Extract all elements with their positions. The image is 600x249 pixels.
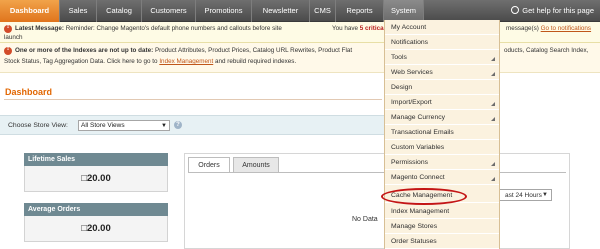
menu-item-magento-connect[interactable]: Magento Connect xyxy=(385,170,499,185)
menu-item-design[interactable]: Design xyxy=(385,80,499,95)
other-messages-text: message(s) xyxy=(506,25,539,32)
menu-item-import-export[interactable]: Import/Export xyxy=(385,95,499,110)
lifetime-sales-header: Lifetime Sales xyxy=(24,153,168,166)
index-warning-label: One or more of the Indexes are not up to… xyxy=(15,47,154,54)
menu-item-index-management[interactable]: Index Management xyxy=(385,204,499,219)
index-management-link[interactable]: Index Management xyxy=(159,58,213,65)
nav-cms[interactable]: CMS xyxy=(310,0,336,22)
system-menu: My Account Notifications Tools Web Servi… xyxy=(384,20,500,249)
critical-prefix: You have xyxy=(332,25,359,32)
menu-item-notifications[interactable]: Notifications xyxy=(385,35,499,50)
menu-item-web-services[interactable]: Web Services xyxy=(385,65,499,80)
nav-promotions[interactable]: Promotions xyxy=(196,0,252,22)
index-warning-bar: One or more of the Indexes are not up to… xyxy=(0,43,600,73)
nav-newsletter[interactable]: Newsletter xyxy=(252,0,310,22)
nav-reports[interactable]: Reports xyxy=(336,0,384,22)
index-warning-text: Product Attributes, Product Prices, Cata… xyxy=(154,47,353,54)
go-to-notifications-link[interactable]: Go to notifications xyxy=(541,25,591,32)
menu-item-tools[interactable]: Tools xyxy=(385,50,499,65)
page-title: Dashboard xyxy=(5,87,53,97)
menu-item-order-statuses[interactable]: Order Statuses xyxy=(385,234,499,249)
latest-message-bar: Latest Message: Reminder: Change Magento… xyxy=(0,22,600,43)
help-icon[interactable]: ? xyxy=(174,121,182,129)
notifications-summary: message(s) Go to notifications xyxy=(506,25,591,32)
menu-item-manage-stores[interactable]: Manage Stores xyxy=(385,219,499,234)
store-view-select[interactable]: All Store Views ▼ xyxy=(78,120,170,131)
store-view-value: All Store Views xyxy=(81,122,125,129)
help-icon xyxy=(511,6,520,14)
store-switcher-bar: Choose Store View: All Store Views ▼ ? xyxy=(0,115,386,135)
tab-orders[interactable]: Orders xyxy=(188,157,230,173)
menu-item-my-account[interactable]: My Account xyxy=(385,20,499,35)
index-warning-text-tail: oducts, Catalog Search Index, xyxy=(504,47,589,54)
latest-message-label: Latest Message: xyxy=(15,25,64,32)
index-warning-text-3: and rebuild required indexes. xyxy=(214,58,297,65)
latest-message-text-2: launch xyxy=(4,34,23,41)
latest-message-line: Latest Message: Reminder: Change Magento… xyxy=(15,25,282,32)
title-divider xyxy=(4,99,382,100)
nav-customers[interactable]: Customers xyxy=(142,0,196,22)
nav-dashboard[interactable]: Dashboard xyxy=(0,0,60,22)
menu-item-manage-currency[interactable]: Manage Currency xyxy=(385,110,499,125)
tab-amounts[interactable]: Amounts xyxy=(233,157,279,173)
index-warning-line: One or more of the Indexes are not up to… xyxy=(15,47,352,54)
store-view-label: Choose Store View: xyxy=(8,122,68,129)
menu-item-transactional-emails[interactable]: Transactional Emails xyxy=(385,125,499,140)
nav-system[interactable]: System xyxy=(384,0,424,22)
index-warning-line-2: Stock Status, Tag Aggregation Data. Clic… xyxy=(4,58,296,65)
latest-message-text: Reminder: Change Magento's default phone… xyxy=(65,25,282,32)
warning-icon xyxy=(4,45,12,55)
highlight-ring xyxy=(381,188,467,205)
critical-summary: You have 5 critical, xyxy=(332,25,387,32)
nav-catalog[interactable]: Catalog xyxy=(97,0,142,22)
average-orders-header: Average Orders xyxy=(24,203,168,216)
help-link[interactable]: Get help for this page xyxy=(511,0,594,22)
critical-count: 5 critical xyxy=(359,25,386,32)
average-orders-value: □20.00 xyxy=(24,216,168,242)
index-warning-text-2: Stock Status, Tag Aggregation Data. Clic… xyxy=(4,58,158,65)
menu-item-permissions[interactable]: Permissions xyxy=(385,155,499,170)
dropdown-arrow-icon: ▼ xyxy=(542,192,548,198)
lifetime-sales-value: □20.00 xyxy=(24,166,168,192)
nav-sales[interactable]: Sales xyxy=(60,0,97,22)
dropdown-arrow-icon: ▼ xyxy=(161,123,167,129)
menu-item-custom-variables[interactable]: Custom Variables xyxy=(385,140,499,155)
tab-divider xyxy=(188,172,566,173)
top-navigation: Dashboard Sales Catalog Customers Promot… xyxy=(0,0,600,22)
help-label: Get help for this page xyxy=(522,6,594,15)
no-data-message: No Data xyxy=(352,216,378,223)
error-icon xyxy=(4,23,12,33)
period-value: ast 24 Hours xyxy=(505,192,542,199)
